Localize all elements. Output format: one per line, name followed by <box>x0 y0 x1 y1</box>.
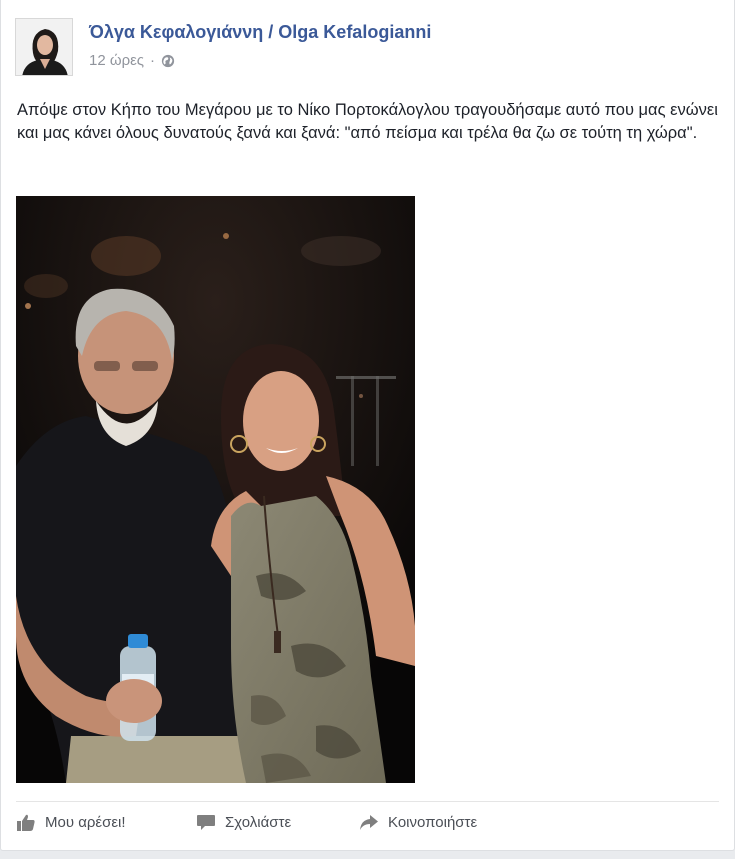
avatar[interactable] <box>15 18 73 76</box>
comment-icon <box>197 815 215 830</box>
post-text: Απόψε στον Κήπο του Μεγάρου με το Νίκο Π… <box>17 99 722 145</box>
post-meta: 12 ώρες · <box>89 52 175 69</box>
like-button[interactable]: Μου αρέσει! <box>16 813 126 832</box>
actions-divider <box>16 801 719 802</box>
thumbs-up-icon <box>17 814 35 831</box>
share-icon <box>360 815 378 830</box>
like-label: Μου αρέσει! <box>45 814 126 831</box>
globe-icon[interactable] <box>161 54 175 68</box>
post-header: Όλγα Κεφαλογιάννη / Olga Kefalogianni 12… <box>15 18 715 78</box>
share-button[interactable]: Κοινοποιήστε <box>359 813 477 832</box>
post-body: Απόψε στον Κήπο του Μεγάρου με το Νίκο Π… <box>17 101 718 142</box>
comment-label: Σχολιάστε <box>225 814 292 831</box>
post-timestamp[interactable]: 12 ώρες <box>89 52 144 69</box>
post-photo[interactable] <box>16 196 415 783</box>
author-name[interactable]: Όλγα Κεφαλογιάννη / Olga Kefalogianni <box>89 22 431 43</box>
comment-button[interactable]: Σχολιάστε <box>196 813 291 832</box>
meta-separator: · <box>150 52 156 69</box>
share-label: Κοινοποιήστε <box>388 814 478 831</box>
post-actions: Μου αρέσει! Σχολιάστε Κοινοποιήστε <box>16 813 719 839</box>
post-card: Όλγα Κεφαλογιάννη / Olga Kefalogianni 12… <box>0 0 735 851</box>
